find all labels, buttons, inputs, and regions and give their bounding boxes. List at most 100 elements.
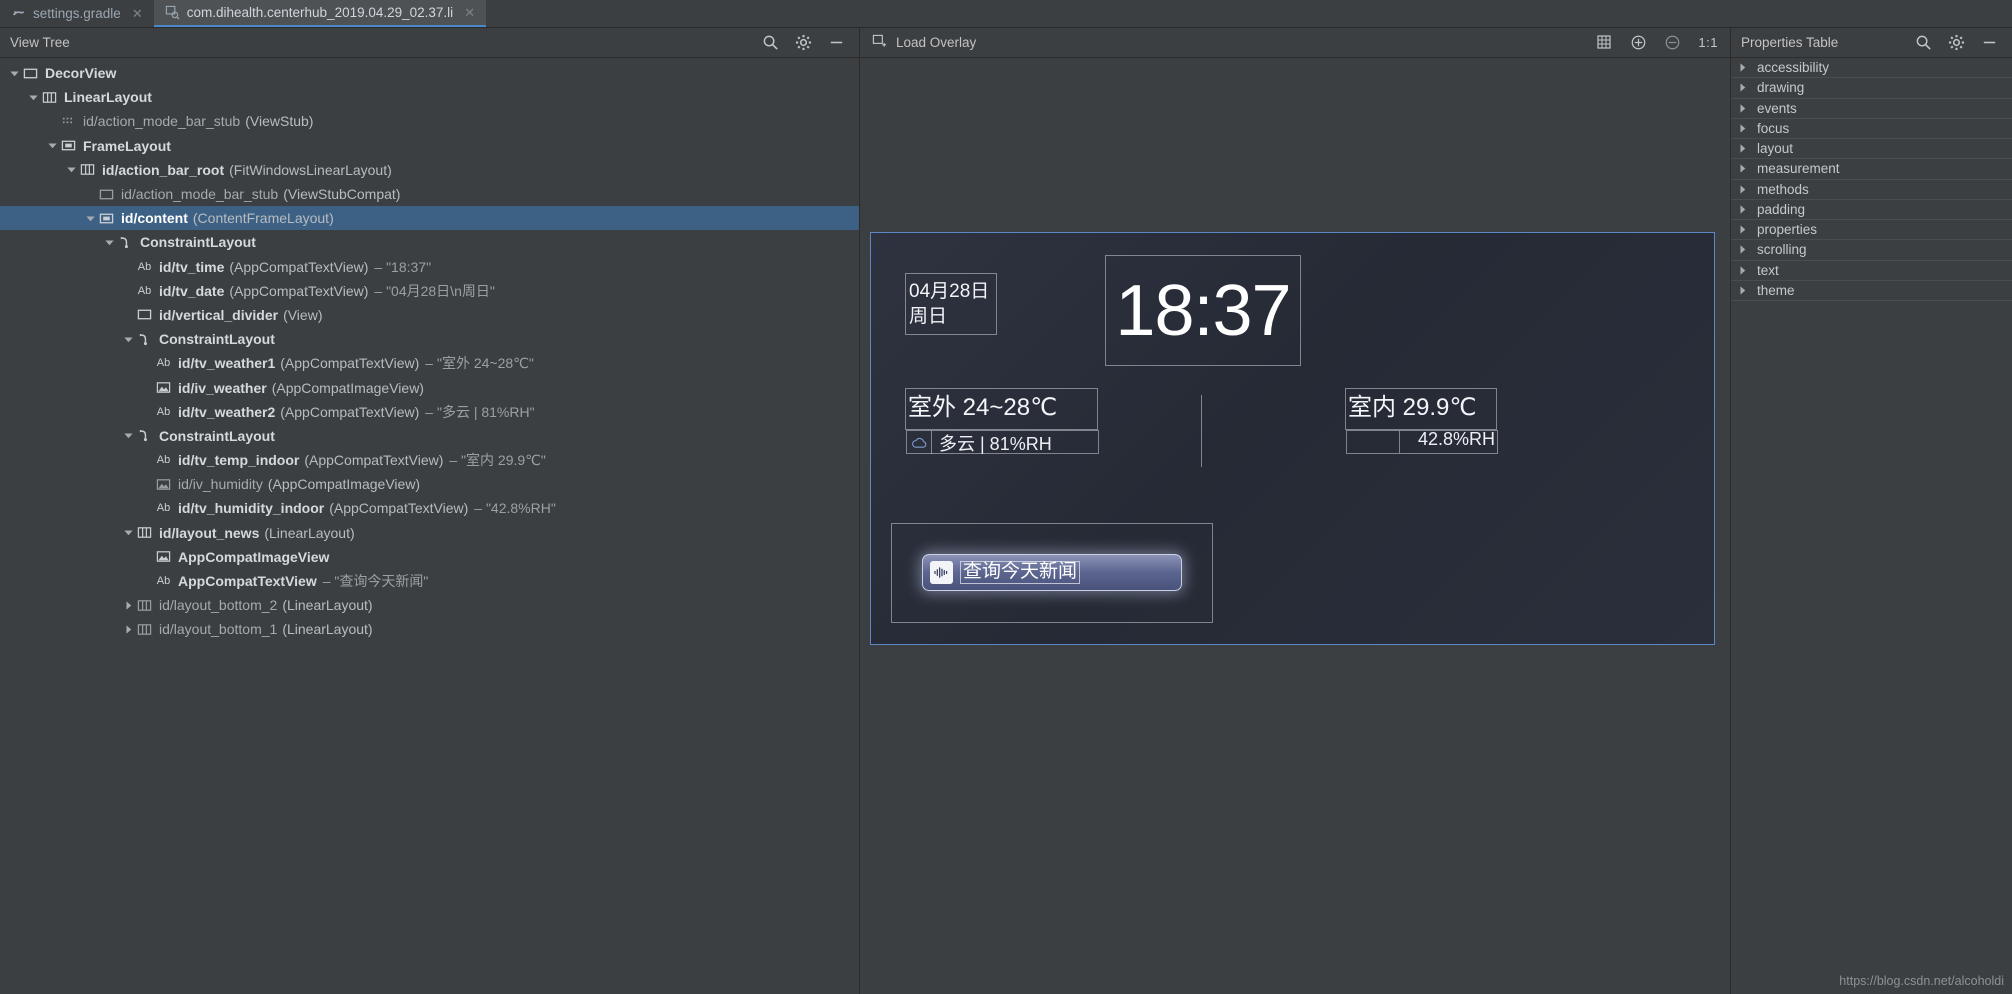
property-group-label: text xyxy=(1757,262,1779,278)
tv-date-overlay[interactable]: 04月28日 周日 xyxy=(905,273,997,335)
chevron-down-icon[interactable] xyxy=(25,92,41,103)
property-group-row[interactable]: events xyxy=(1731,99,2012,119)
tree-row[interactable]: FrameLayout xyxy=(0,134,859,158)
tree-row[interactable]: Ab id/tv_humidity_indoor (AppCompatTextVie… xyxy=(0,496,859,520)
news-query-button[interactable]: 查询今天新闻 xyxy=(922,554,1182,591)
tree-row[interactable]: ConstraintLayout xyxy=(0,424,859,448)
search-icon[interactable] xyxy=(762,34,779,51)
property-group-row[interactable]: padding xyxy=(1731,200,2012,220)
chevron-right-icon[interactable] xyxy=(1737,244,1748,255)
tree-row[interactable]: DecorView xyxy=(0,61,859,85)
text-ab-icon: Ab xyxy=(156,454,171,467)
image-icon xyxy=(155,477,172,492)
search-icon[interactable] xyxy=(1915,34,1932,51)
tree-row[interactable]: Ab id/tv_weather1 (AppCompatTextView) – "室外… xyxy=(0,351,859,375)
chevron-down-icon[interactable] xyxy=(82,213,98,224)
chevron-right-icon[interactable] xyxy=(1737,184,1748,195)
tree-node-name: AppCompatImageView xyxy=(178,548,330,565)
tree-row[interactable]: Ab AppCompatTextView – "查询今天新闻" xyxy=(0,569,859,593)
chevron-right-icon[interactable] xyxy=(1737,285,1748,296)
load-overlay-label[interactable]: Load Overlay xyxy=(896,35,976,50)
chevron-down-icon[interactable] xyxy=(44,140,60,151)
chevron-right-icon[interactable] xyxy=(1737,62,1748,73)
tree-node-name: id/layout_news xyxy=(159,524,260,541)
close-icon[interactable]: ✕ xyxy=(464,6,475,19)
gear-icon[interactable] xyxy=(795,34,812,51)
device-preview[interactable]: 04月28日 周日 18:37 室外 24~28℃ 多云 | 81%RH 室内 … xyxy=(870,232,1715,645)
preview-canvas[interactable]: 04月28日 周日 18:37 室外 24~28℃ 多云 | 81%RH 室内 … xyxy=(860,58,1730,994)
tree-row[interactable]: id/iv_humidity (AppCompatImageView) xyxy=(0,472,859,496)
tv-weather2-overlay[interactable]: 多云 | 81%RH xyxy=(906,430,1099,454)
tree-row[interactable]: Ab id/tv_weather2 (AppCompatTextView) – "多云… xyxy=(0,400,859,424)
property-group-row[interactable]: drawing xyxy=(1731,78,2012,99)
tree-row[interactable]: Ab id/tv_time (AppCompatTextView) – "18:37" xyxy=(0,255,859,279)
chevron-right-icon[interactable] xyxy=(1737,224,1748,235)
tree-row[interactable]: id/layout_bottom_2 (LinearLayout) xyxy=(0,593,859,617)
tv-time-overlay[interactable]: 18:37 xyxy=(1105,255,1301,366)
chevron-right-icon[interactable] xyxy=(1737,163,1748,174)
close-icon[interactable]: ✕ xyxy=(132,7,143,20)
tree-row[interactable]: id/action_mode_bar_stub (ViewStubCompat) xyxy=(0,182,859,206)
chevron-right-icon[interactable] xyxy=(1737,103,1748,114)
tab-layout-inspector-capture[interactable]: com.dihealth.centerhub_2019.04.29_02.37.… xyxy=(153,0,487,27)
property-group-row[interactable]: focus xyxy=(1731,119,2012,139)
chevron-down-icon[interactable] xyxy=(120,430,136,441)
view-tree[interactable]: DecorView LinearLayout id/action_mode_bar_… xyxy=(0,58,859,994)
chevron-down-icon[interactable] xyxy=(63,164,79,175)
tree-row[interactable]: id/vertical_divider (View) xyxy=(0,303,859,327)
grid-icon[interactable] xyxy=(1596,34,1613,51)
chevron-right-icon[interactable] xyxy=(120,624,136,635)
property-group-row[interactable]: scrolling xyxy=(1731,240,2012,261)
property-group-row[interactable]: text xyxy=(1731,261,2012,281)
chevron-right-icon[interactable] xyxy=(1737,265,1748,276)
tv-humidity-indoor-overlay[interactable]: 42.8%RH xyxy=(1346,429,1498,454)
zoom-level-label[interactable]: 1:1 xyxy=(1698,35,1718,50)
tree-node-type: (AppCompatTextView) xyxy=(229,282,369,299)
chevron-right-icon[interactable] xyxy=(1737,204,1748,215)
tab-settings-gradle[interactable]: settings.gradle ✕ xyxy=(0,0,154,27)
chevron-right-icon[interactable] xyxy=(1737,82,1748,93)
load-overlay-icon[interactable] xyxy=(872,34,889,51)
tv-temp-indoor-overlay[interactable]: 室内 29.9℃ 42.8%RH xyxy=(1345,388,1498,454)
chevron-down-icon[interactable] xyxy=(120,527,136,538)
tree-row[interactable]: Ab id/tv_temp_indoor (AppCompatTextView) – … xyxy=(0,448,859,472)
tree-row[interactable]: AppCompatImageView xyxy=(0,545,859,569)
linearlayout-icon xyxy=(41,90,58,105)
property-group-row[interactable]: layout xyxy=(1731,139,2012,160)
gear-icon[interactable] xyxy=(1948,34,1965,51)
tree-row[interactable]: Ab id/tv_date (AppCompatTextView) – "04月28日… xyxy=(0,279,859,303)
tree-row[interactable]: id/content (ContentFrameLayout) xyxy=(0,206,859,231)
tree-row[interactable]: id/action_mode_bar_stub (ViewStub) xyxy=(0,109,859,133)
properties-title: Properties Table xyxy=(1741,35,1839,50)
tree-row[interactable]: ConstraintLayout xyxy=(0,327,859,351)
chevron-right-icon[interactable] xyxy=(1737,123,1748,134)
property-group-row[interactable]: theme xyxy=(1731,281,2012,301)
tree-row[interactable]: id/layout_bottom_1 (LinearLayout) xyxy=(0,617,859,641)
property-group-label: events xyxy=(1757,100,1797,116)
tree-node-value: – "查询今天新闻" xyxy=(322,573,429,590)
tree-row[interactable]: id/action_bar_root (FitWindowsLinearLayou… xyxy=(0,158,859,182)
zoom-out-icon[interactable] xyxy=(1664,34,1681,51)
text-ab-icon: Ab xyxy=(156,357,171,370)
chevron-down-icon[interactable] xyxy=(101,237,117,248)
constraint-icon xyxy=(117,235,134,250)
property-group-row[interactable]: accessibility xyxy=(1731,58,2012,79)
tree-row[interactable]: ConstraintLayout xyxy=(0,230,859,254)
property-group-row[interactable]: methods xyxy=(1731,180,2012,200)
chevron-down-icon[interactable] xyxy=(120,334,136,345)
layout-news-overlay[interactable]: 查询今天新闻 xyxy=(891,523,1213,623)
zoom-in-icon[interactable] xyxy=(1630,34,1647,51)
tv-weather1-overlay[interactable]: 室外 24~28℃ 多云 | 81%RH xyxy=(905,388,1099,454)
property-group-row[interactable]: measurement xyxy=(1731,159,2012,180)
minimize-icon[interactable] xyxy=(1981,34,1998,51)
properties-list[interactable]: accessibility drawing events focus layout mea… xyxy=(1731,58,2012,301)
chevron-down-icon[interactable] xyxy=(6,68,22,79)
tree-row[interactable]: id/iv_weather (AppCompatImageView) xyxy=(0,375,859,399)
tree-row[interactable]: LinearLayout xyxy=(0,85,859,109)
tree-node-name: id/action_bar_root xyxy=(102,161,225,178)
minimize-icon[interactable] xyxy=(828,34,845,51)
tree-row[interactable]: id/layout_news (LinearLayout) xyxy=(0,521,859,545)
chevron-right-icon[interactable] xyxy=(1737,143,1748,154)
property-group-row[interactable]: properties xyxy=(1731,220,2012,241)
chevron-right-icon[interactable] xyxy=(120,600,136,611)
